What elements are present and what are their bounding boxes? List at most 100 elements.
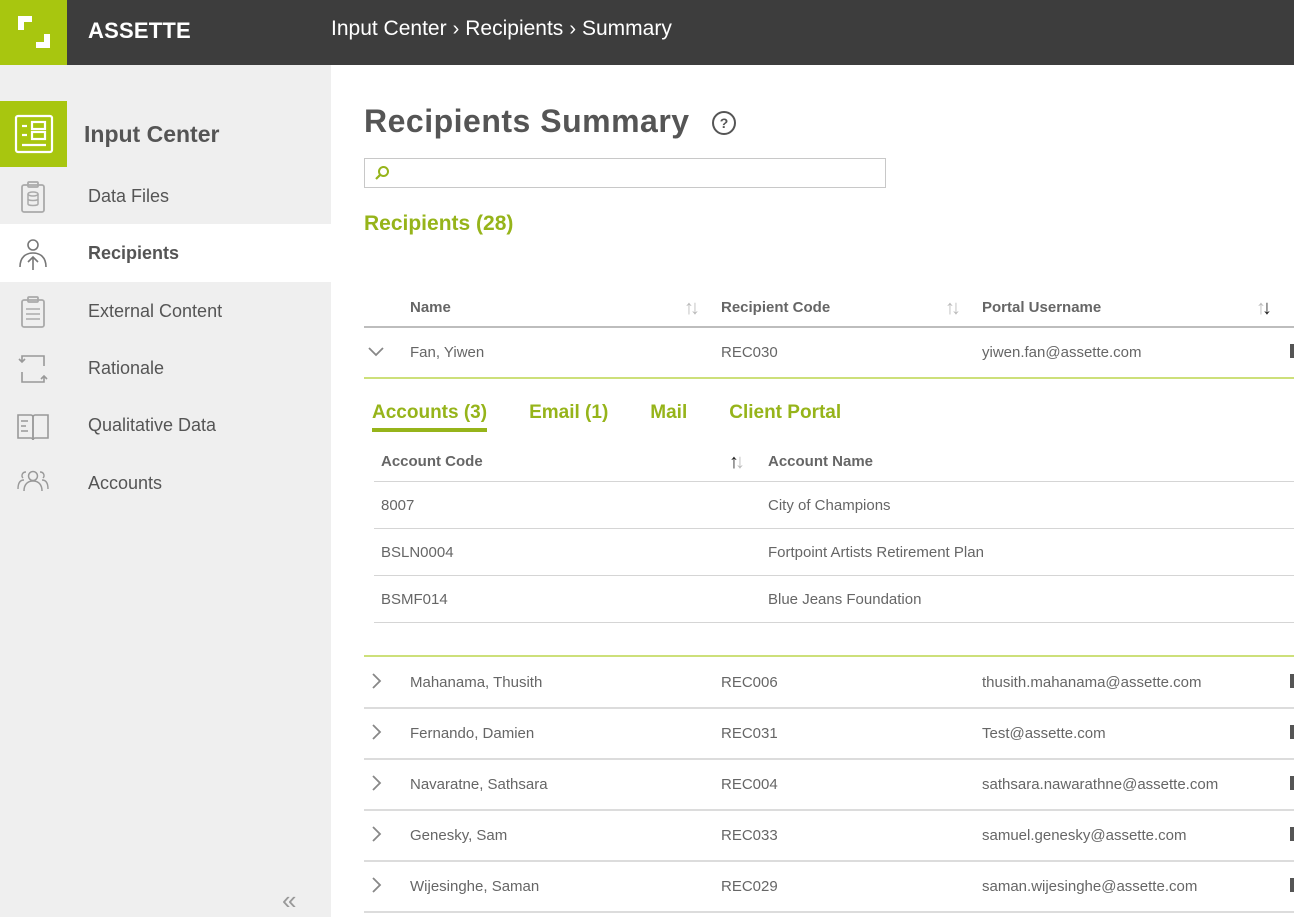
chevron-right-icon[interactable] (368, 774, 384, 792)
sidebar-item-label: Accounts (88, 472, 163, 493)
sidebar-item-qualitative-data[interactable]: Qualitative Data (0, 396, 331, 454)
table-row[interactable]: Fernando, Damien REC031 Test@assette.com (364, 709, 1294, 760)
recipient-code: REC031 (721, 725, 778, 742)
table-row[interactable]: Navaratne, Sathsara REC004 sathsara.nawa… (364, 760, 1294, 811)
portal-username: Test@assette.com (982, 725, 1106, 742)
recipient-name: Mahanama, Thusith (410, 674, 543, 691)
portal-username: thusith.mahanama@assette.com (982, 674, 1202, 691)
account-code: BSMF014 (381, 591, 448, 608)
breadcrumb-summary: Summary (581, 17, 672, 40)
sidebar-item-external-content[interactable]: External Content (0, 282, 331, 340)
table-row[interactable]: Wijesinghe, Saman REC029 saman.wijesingh… (364, 862, 1294, 913)
sidebar-item-label: Recipients (88, 242, 180, 263)
recipients-count-heading: Recipients (28) (364, 212, 514, 235)
recipient-detail-panel: Accounts (3) Email (1) Mail Client Porta… (364, 380, 1294, 657)
breadcrumb-separator-icon: › (569, 17, 576, 40)
table-row[interactable]: Mahanama, Thusith REC006 thusith.mahanam… (364, 658, 1294, 709)
truncated-column-cell (1290, 725, 1294, 739)
column-header-account-code[interactable]: Account Code (381, 453, 483, 470)
chevron-right-icon[interactable] (368, 876, 384, 894)
recipient-name: Navaratne, Sathsara (410, 776, 548, 793)
search-icon (375, 166, 389, 180)
sort-name-icon[interactable]: ↑↓ (684, 297, 700, 320)
sidebar-item-rationale[interactable]: Rationale (0, 339, 331, 397)
account-name: Fortpoint Artists Retirement Plan (768, 544, 984, 561)
sidebar-item-label: Rationale (88, 357, 165, 378)
clipboard-list-icon (21, 296, 45, 328)
sidebar-item-label: Qualitative Data (88, 414, 217, 435)
tab-accounts[interactable]: Accounts (3) (372, 402, 488, 432)
truncated-column-cell (1290, 674, 1294, 688)
sidebar-item-label: External Content (88, 300, 223, 321)
main-content: Recipients Summary ? Recipients (28) Nam… (331, 65, 1294, 917)
tab-client-portal[interactable]: Client Portal (729, 402, 841, 432)
collapse-sidebar-icon[interactable]: « (282, 885, 297, 916)
sidebar: Input Center Data Files Recipients Exter… (0, 65, 331, 917)
truncated-column-cell (1290, 827, 1294, 841)
clipboard-database-icon (21, 181, 45, 213)
sidebar-item-accounts[interactable]: Accounts (0, 454, 331, 512)
open-book-icon (17, 414, 49, 441)
account-name: City of Champions (768, 497, 891, 514)
table-row[interactable]: Genesky, Sam REC033 samuel.genesky@asset… (364, 811, 1294, 862)
recipient-code: REC004 (721, 776, 778, 793)
sort-account-code-icon[interactable]: ↑↓ (729, 451, 745, 474)
chevron-right-icon[interactable] (368, 672, 384, 690)
account-row[interactable]: 8007 City of Champions (374, 482, 1294, 529)
sidebar-item-data-files[interactable]: Data Files (0, 167, 331, 225)
breadcrumb-input-center[interactable]: Input Center (331, 17, 447, 41)
column-header-account-name[interactable]: Account Name (768, 453, 873, 470)
recipient-code: REC029 (721, 878, 778, 895)
recipient-name: Fan, Yiwen (410, 344, 485, 361)
detail-tabs: Accounts (3) Email (1) Mail Client Porta… (372, 402, 883, 432)
recipient-name: Fernando, Damien (410, 725, 535, 742)
column-header-name[interactable]: Name (410, 299, 451, 316)
breadcrumb: Input Center › Recipients › Summary (331, 17, 672, 41)
portal-username: saman.wijesinghe@assette.com (982, 878, 1198, 895)
top-bar: ASSETTE Input Center › Recipients › Summ… (0, 0, 1294, 65)
column-header-portal-username[interactable]: Portal Username (982, 299, 1101, 316)
assette-logo[interactable] (0, 0, 67, 65)
sidebar-item-label: Data Files (88, 185, 170, 206)
recipient-code: REC006 (721, 674, 778, 691)
sidebar-item-recipients[interactable]: Recipients (0, 224, 331, 282)
recipient-name: Genesky, Sam (410, 827, 508, 844)
account-code: BSLN0004 (381, 544, 454, 561)
breadcrumb-separator-icon: › (452, 17, 460, 40)
accounts-table-header: Account Code ↑↓ Account Name (374, 450, 1294, 482)
people-group-icon (17, 470, 49, 492)
sort-portal-username-icon[interactable]: ↑↓ (1256, 297, 1272, 320)
table-row[interactable]: Fan, Yiwen REC030 yiwen.fan@assette.com (364, 328, 1294, 379)
portal-username: yiwen.fan@assette.com (982, 344, 1142, 361)
account-name: Blue Jeans Foundation (768, 591, 922, 608)
search-box[interactable] (364, 158, 886, 188)
brand-name: ASSETTE (88, 18, 191, 43)
recipient-code: REC030 (721, 344, 778, 361)
input-center-icon (0, 101, 67, 167)
recipient-code: REC033 (721, 827, 778, 844)
recipients-table-header: Name ↑↓ Recipient Code ↑↓ Portal Usernam… (364, 287, 1294, 328)
chevron-down-icon[interactable] (368, 342, 384, 360)
rationale-arrows-icon (18, 355, 48, 383)
sort-recipient-code-icon[interactable]: ↑↓ (945, 297, 961, 320)
portal-username: sathsara.nawarathne@assette.com (982, 776, 1219, 793)
account-row[interactable]: BSLN0004 Fortpoint Artists Retirement Pl… (374, 529, 1294, 576)
sidebar-header-label: Input Center (84, 121, 220, 147)
search-input[interactable] (397, 161, 877, 185)
truncated-column-cell (1290, 344, 1294, 358)
tab-mail[interactable]: Mail (650, 402, 687, 432)
truncated-column-cell (1290, 878, 1294, 892)
account-code: 8007 (381, 497, 415, 514)
chevron-right-icon[interactable] (368, 825, 384, 843)
column-header-recipient-code[interactable]: Recipient Code (721, 299, 830, 316)
page-title: Recipients Summary (364, 103, 690, 139)
account-row[interactable]: BSMF014 Blue Jeans Foundation (374, 576, 1294, 623)
tab-email[interactable]: Email (1) (529, 402, 608, 432)
logo-corners-icon (18, 16, 50, 48)
sidebar-header[interactable]: Input Center (0, 101, 331, 167)
help-icon[interactable]: ? (712, 111, 736, 135)
truncated-column-cell (1290, 776, 1294, 790)
breadcrumb-recipients[interactable]: Recipients (465, 17, 563, 41)
portal-username: samuel.genesky@assette.com (982, 827, 1187, 844)
chevron-right-icon[interactable] (368, 723, 384, 741)
